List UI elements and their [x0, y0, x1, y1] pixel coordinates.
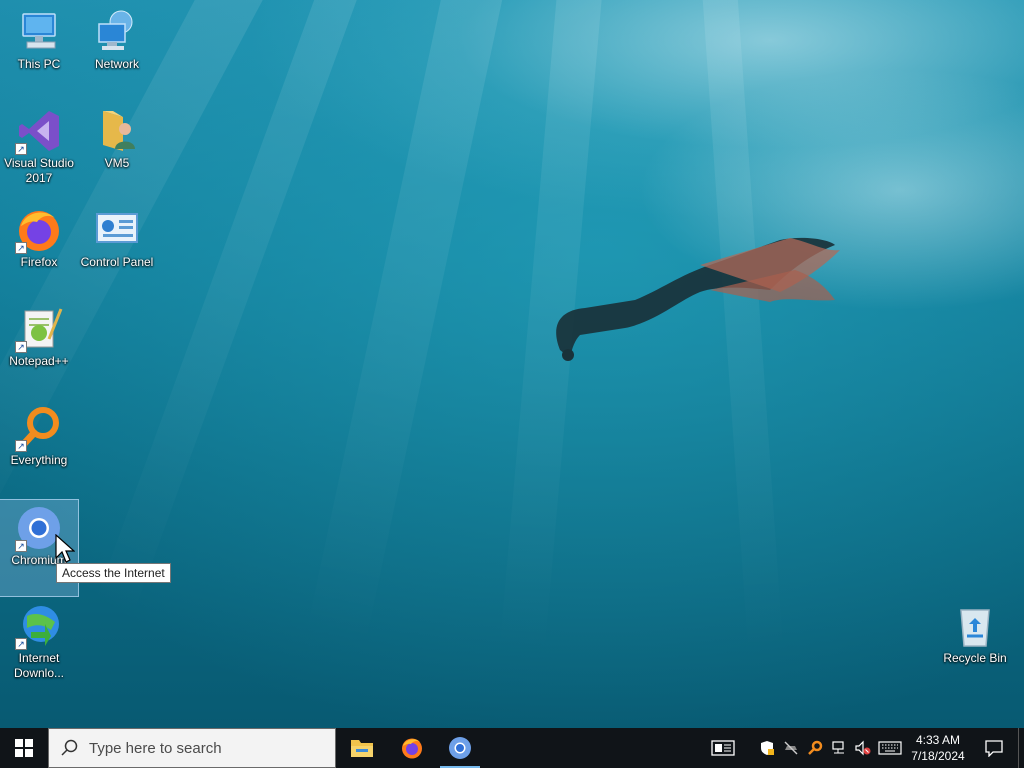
tray-network-off-button[interactable]	[780, 728, 802, 768]
desktop-icon-notepad-plus-plus[interactable]: ↗ Notepad++	[0, 301, 78, 397]
taskbar-chromium[interactable]	[436, 728, 484, 768]
search-icon	[61, 739, 78, 756]
shortcut-arrow-icon: ↗	[15, 638, 27, 650]
tray-volume-button[interactable]	[852, 728, 874, 768]
icon-label: Visual Studio 2017	[4, 156, 74, 185]
security-icon	[761, 741, 774, 755]
search-placeholder: Type here to search	[89, 739, 222, 757]
desktop-icon-this-pc[interactable]: This PC	[0, 4, 78, 100]
network-off-icon	[784, 741, 798, 755]
icon-label: Firefox	[20, 255, 58, 269]
firefox-icon: ↗	[15, 206, 63, 254]
clock-time: 4:33 AM	[915, 733, 961, 747]
start-button[interactable]	[0, 728, 48, 768]
show-desktop-button[interactable]	[1018, 728, 1024, 768]
tray-news-button[interactable]	[706, 728, 740, 768]
shortcut-arrow-icon: ↗	[15, 440, 27, 452]
taskbar-clock[interactable]: 4:33 AM 7/18/2024	[906, 728, 970, 768]
desktop-icon-network[interactable]: Network	[78, 4, 156, 100]
shortcut-arrow-icon: ↗	[15, 242, 27, 254]
search-everything-icon	[808, 740, 823, 755]
taskbar-search-box[interactable]: Type here to search	[48, 728, 336, 768]
icon-label: Control Panel	[80, 255, 154, 269]
icon-label: Notepad++	[9, 354, 69, 368]
taskbar: Type here to search 4:33 AM 7/18/2024	[0, 728, 1024, 768]
everything-search-icon: ↗	[15, 404, 63, 452]
tray-network-button[interactable]	[828, 728, 850, 768]
chromium-icon	[449, 737, 471, 759]
icon-label: VM5	[104, 156, 130, 170]
file-explorer-icon	[351, 740, 373, 757]
desktop-icon-vm5[interactable]: VM5	[78, 103, 156, 199]
tooltip: Access the Internet	[56, 563, 171, 583]
taskbar-file-explorer[interactable]	[338, 728, 386, 768]
firefox-icon	[402, 738, 422, 759]
control-panel-icon	[93, 206, 141, 254]
volume-muted-icon	[855, 740, 871, 756]
visual-studio-icon: ↗	[15, 107, 63, 155]
news-icon	[711, 740, 735, 756]
shortcut-arrow-icon: ↗	[15, 143, 27, 155]
shortcut-arrow-icon: ↗	[15, 540, 27, 552]
shortcut-arrow-icon: ↗	[15, 341, 27, 353]
desktop-icon-recycle-bin[interactable]: Recycle Bin	[936, 598, 1014, 694]
desktop-icon-internet-download-manager[interactable]: ↗ Internet Downlo...	[0, 598, 78, 694]
mouse-cursor-icon	[55, 534, 75, 563]
computer-icon	[15, 8, 63, 56]
desktop-wallpaper: This PC ↗ Visual Studio 2017 ↗ Firefox ↗…	[0, 0, 1024, 728]
tray-security-button[interactable]	[756, 728, 778, 768]
action-center-button[interactable]	[976, 728, 1012, 768]
internet-download-manager-icon: ↗	[15, 602, 63, 650]
user-folder-icon	[93, 107, 141, 155]
taskbar-firefox[interactable]	[388, 728, 436, 768]
desktop-icon-visual-studio[interactable]: ↗ Visual Studio 2017	[0, 103, 78, 199]
icon-label: Recycle Bin	[943, 651, 1007, 665]
desktop-icon-everything[interactable]: ↗ Everything	[0, 400, 78, 496]
icon-label: Network	[94, 57, 139, 71]
network-icon	[93, 8, 141, 56]
desktop-icon-firefox[interactable]: ↗ Firefox	[0, 202, 78, 298]
icon-label: Internet Downlo...	[13, 651, 65, 680]
desktop-icon-control-panel[interactable]: Control Panel	[78, 202, 156, 298]
windows-logo-icon	[15, 739, 33, 757]
icon-label: Everything	[10, 453, 68, 467]
tray-keyboard-button[interactable]	[876, 728, 904, 768]
notepad-plus-plus-icon: ↗	[15, 305, 63, 353]
tray-everything-button[interactable]	[804, 728, 826, 768]
icon-label: This PC	[17, 57, 61, 71]
freediver-image	[556, 237, 840, 361]
recycle-bin-icon	[951, 602, 999, 650]
clock-date: 7/18/2024	[911, 749, 965, 763]
keyboard-icon	[878, 741, 902, 755]
notification-icon	[985, 740, 1003, 757]
network-icon	[832, 741, 844, 754]
